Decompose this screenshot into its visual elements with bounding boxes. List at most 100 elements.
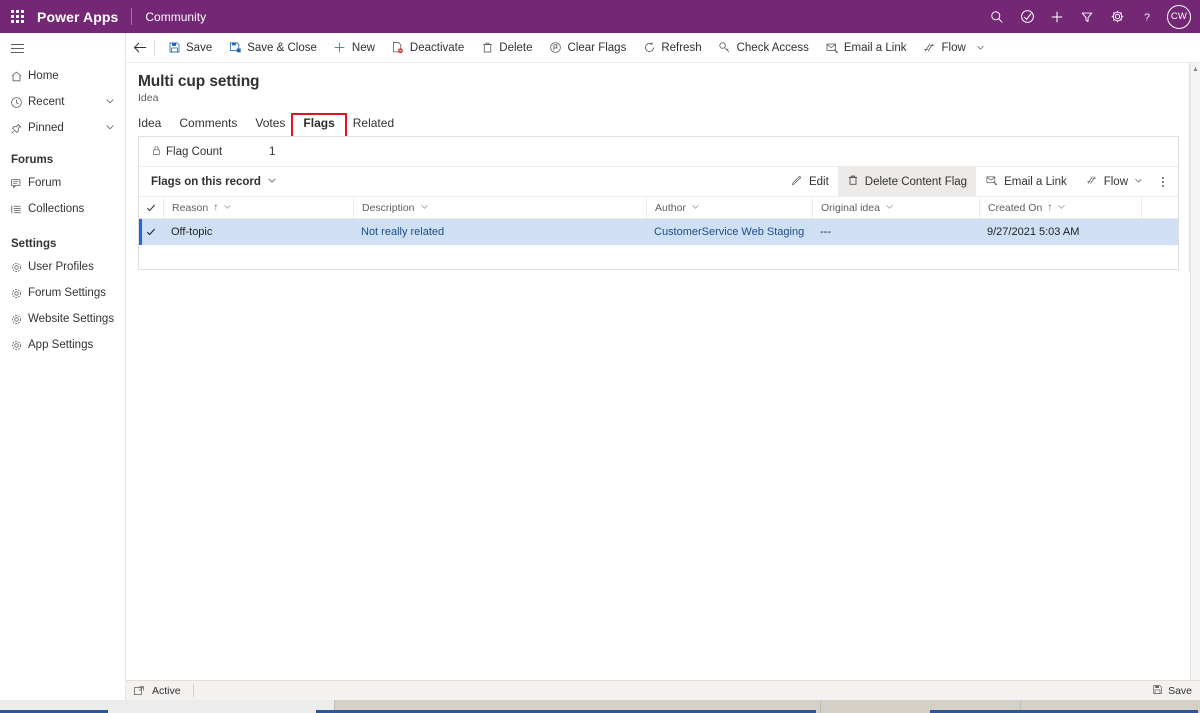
subgrid-toolbar: Flags on this record Edit Delete Content… [139, 166, 1178, 197]
flow-icon [1085, 174, 1098, 189]
record-header: Multi cup setting Idea [126, 63, 1190, 104]
chevron-down-icon[interactable] [420, 202, 429, 214]
brand-label: Power Apps [37, 8, 119, 25]
assistant-icon[interactable] [1012, 0, 1042, 33]
power-apps-window: Power Apps Community ? CW Home Recent Pi… [0, 0, 1200, 713]
save-button[interactable]: Save [159, 33, 220, 63]
delete-button[interactable]: Delete [472, 33, 540, 63]
tab-flags[interactable]: Flags [291, 113, 347, 141]
deactivate-icon [391, 41, 405, 54]
column-label: Created On [988, 201, 1043, 214]
tab-idea[interactable]: Idea [138, 116, 170, 138]
flow-button[interactable]: Flow [914, 33, 992, 63]
os-taskbar [0, 700, 1200, 713]
top-navigation-bar: Power Apps Community ? CW [0, 0, 1200, 33]
back-button[interactable] [126, 33, 154, 63]
subgrid-email-a-link-button[interactable]: Email a Link [976, 167, 1076, 197]
subgrid-command-label: Email a Link [1004, 175, 1067, 188]
chevron-down-icon[interactable] [691, 202, 700, 214]
avatar[interactable]: CW [1167, 4, 1191, 29]
tab-related[interactable]: Related [344, 116, 403, 138]
sidebar-item-app-settings[interactable]: App Settings [0, 332, 125, 358]
subgrid-overflow-button[interactable] [1152, 167, 1174, 197]
subgrid-flow-button[interactable]: Flow [1076, 167, 1152, 197]
clear-flags-button[interactable]: Clear Flags [541, 33, 635, 63]
filter-icon[interactable] [1072, 0, 1102, 33]
sidebar-item-label: Pinned [28, 122, 64, 134]
tab-comments[interactable]: Comments [170, 116, 246, 138]
clear-flags-icon [549, 41, 563, 54]
flag-count-value: 1 [269, 145, 276, 158]
taskbar-divider [820, 700, 821, 713]
help-icon[interactable]: ? [1132, 0, 1162, 33]
command-label: Refresh [661, 41, 702, 54]
sidebar-group-forums: Forums [11, 154, 54, 166]
form-tabs: Idea Comments Votes Flags Related [126, 113, 1190, 141]
sidebar-item-forum[interactable]: Forum [0, 170, 125, 196]
collections-icon [10, 203, 28, 216]
chevron-down-icon[interactable] [223, 202, 232, 214]
flags-section-card: Flag Count 1 Flags on this record Edit D… [138, 136, 1179, 270]
chevron-down-icon[interactable] [1134, 176, 1143, 188]
subgrid-command-label: Flow [1103, 175, 1128, 188]
scroll-up-arrow-icon[interactable]: ▲ [1191, 63, 1200, 75]
cell-author[interactable]: CustomerService Web Staging [646, 219, 812, 245]
vertical-scrollbar[interactable]: ▲ [1190, 63, 1200, 694]
check-access-button[interactable]: Check Access [710, 33, 817, 63]
cell-reason[interactable]: Off-topic [163, 219, 353, 245]
sidebar-item-collections[interactable]: Collections [0, 196, 125, 222]
pin-icon [10, 122, 28, 135]
tab-votes[interactable]: Votes [246, 116, 294, 138]
search-icon[interactable] [982, 0, 1012, 33]
open-record-icon[interactable] [126, 685, 152, 697]
chevron-down-icon[interactable] [1057, 202, 1066, 214]
column-label: Description [362, 201, 415, 214]
cell-description[interactable]: Not really related [353, 219, 646, 245]
chevron-down-icon[interactable] [105, 122, 115, 135]
deactivate-button[interactable]: Deactivate [383, 33, 472, 63]
new-button[interactable]: New [325, 33, 383, 63]
chevron-down-icon[interactable] [267, 175, 277, 188]
save-icon [167, 41, 181, 54]
column-header-description[interactable]: Description [353, 196, 646, 219]
gear-icon[interactable] [1102, 0, 1132, 33]
save-and-close-button[interactable]: Save & Close [220, 33, 325, 63]
subgrid-delete-content-flag-button[interactable]: Delete Content Flag [837, 166, 977, 197]
waffle-grid-icon[interactable] [0, 0, 34, 33]
save-icon [1152, 684, 1163, 698]
column-header-author[interactable]: Author [646, 196, 812, 219]
sidebar-item-user-profiles[interactable]: User Profiles [0, 254, 125, 280]
chevron-down-icon[interactable] [885, 202, 894, 214]
subgrid-view-selector[interactable]: Flags on this record [151, 175, 277, 188]
column-header-reason[interactable]: Reason ↑ [163, 196, 353, 219]
email-a-link-button[interactable]: Email a Link [817, 33, 915, 63]
tab-label: Idea [138, 116, 162, 130]
hamburger-menu-icon[interactable] [0, 33, 125, 63]
sidebar-item-forum-settings[interactable]: Forum Settings [0, 280, 125, 306]
chevron-down-icon[interactable] [976, 43, 985, 52]
sidebar-item-home[interactable]: Home [0, 63, 125, 89]
key-icon [718, 41, 732, 54]
chevron-down-icon[interactable] [105, 96, 115, 109]
table-row[interactable]: Off-topic Not really related CustomerSer… [139, 219, 1178, 245]
sidebar-item-recent[interactable]: Recent [0, 89, 125, 115]
sidebar-item-pinned[interactable]: Pinned [0, 115, 125, 141]
status-bar: Active Save [126, 680, 1200, 700]
gear-icon [10, 261, 28, 274]
subgrid-edit-button[interactable]: Edit [782, 167, 838, 197]
save-close-icon [228, 41, 242, 54]
row-checkbox[interactable] [139, 227, 163, 237]
status-save-button[interactable]: Save [1152, 684, 1192, 698]
pencil-icon [791, 174, 803, 189]
column-header-created-on[interactable]: Created On ↑ [979, 196, 1141, 219]
column-label: Original idea [821, 201, 880, 214]
column-label: Reason [172, 201, 209, 214]
plus-icon[interactable] [1042, 0, 1072, 33]
svg-text:?: ? [1144, 11, 1150, 23]
sidebar-item-website-settings[interactable]: Website Settings [0, 306, 125, 332]
tab-label: Comments [179, 116, 238, 130]
plus-icon [333, 41, 347, 54]
column-header-original-idea[interactable]: Original idea [812, 196, 979, 219]
select-all-checkbox[interactable] [139, 203, 163, 213]
refresh-button[interactable]: Refresh [634, 33, 709, 63]
